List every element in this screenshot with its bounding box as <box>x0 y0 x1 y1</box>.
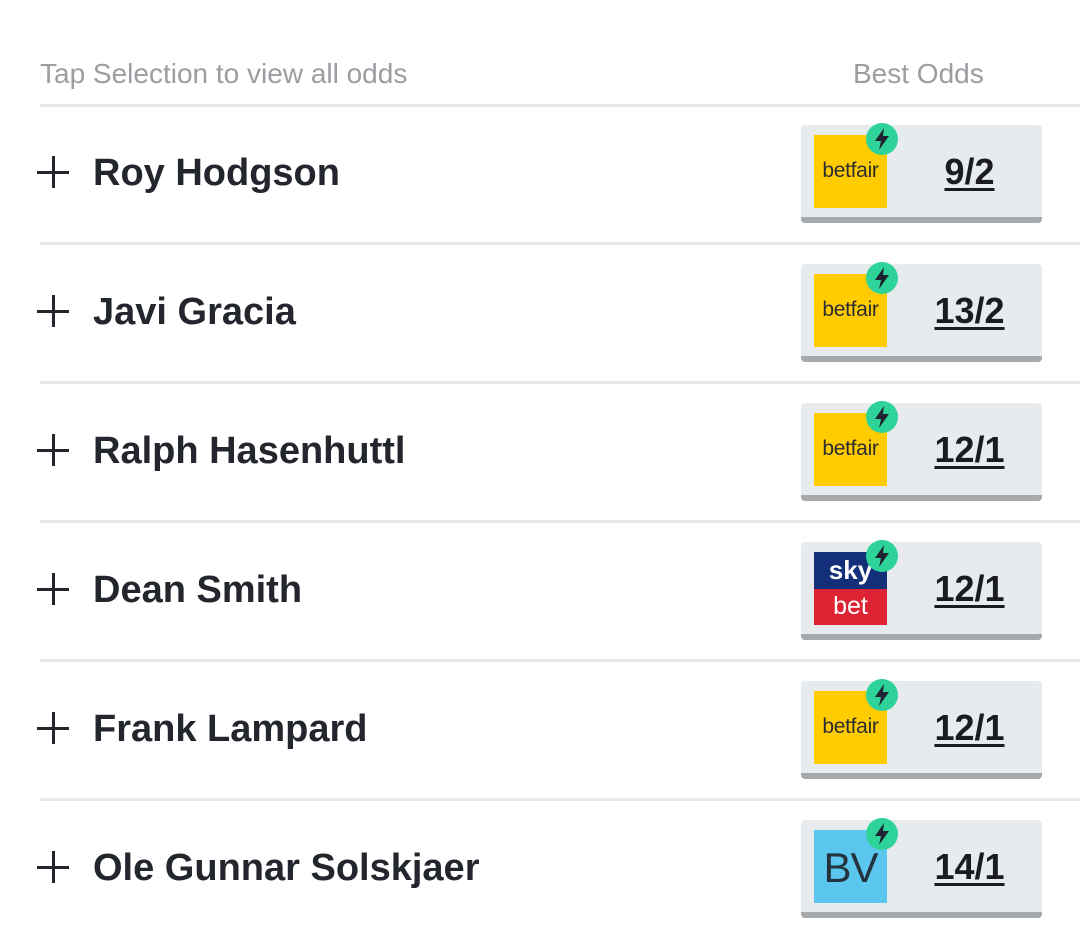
odds-value[interactable]: 13/2 <box>897 290 1042 332</box>
odds-value[interactable]: 14/1 <box>897 846 1042 888</box>
table-header: Tap Selection to view all odds Best Odds <box>40 0 1080 107</box>
skybet-logo-bottom: bet <box>814 589 887 625</box>
selection-list: Roy Hodgson betfair 9/2 Javi Gracia betf… <box>0 106 1080 938</box>
expand-plus-icon[interactable] <box>37 573 69 605</box>
odds-value[interactable]: 12/1 <box>897 568 1042 610</box>
odds-value[interactable]: 12/1 <box>897 429 1042 471</box>
selection-row[interactable]: Ole Gunnar Solskjaer BV 14/1 <box>0 801 1080 938</box>
best-odds-button[interactable]: betfair 13/2 <box>801 262 1042 362</box>
selection-name[interactable]: Ralph Hasenhuttl <box>93 430 405 473</box>
expand-plus-icon[interactable] <box>37 851 69 883</box>
selection-name[interactable]: Ole Gunnar Solskjaer <box>93 847 479 890</box>
selection-row[interactable]: Frank Lampard betfair 12/1 <box>0 662 1080 801</box>
selection-row[interactable]: Javi Gracia betfair 13/2 <box>0 245 1080 384</box>
expand-plus-icon[interactable] <box>37 434 69 466</box>
selection-name[interactable]: Roy Hodgson <box>93 152 340 195</box>
expand-plus-icon[interactable] <box>37 295 69 327</box>
bookmaker-logo-text: BV <box>823 844 878 891</box>
odds-page: Tap Selection to view all odds Best Odds… <box>0 0 1080 938</box>
best-odds-button[interactable]: betfair 9/2 <box>801 123 1042 223</box>
bookmaker-logo-text: betfair <box>822 437 879 460</box>
best-odds-button[interactable]: betfair 12/1 <box>801 401 1042 501</box>
lightning-bolt-icon <box>866 818 898 850</box>
best-odds-button[interactable]: sky bet 12/1 <box>801 540 1042 640</box>
odds-value[interactable]: 12/1 <box>897 707 1042 749</box>
lightning-bolt-icon <box>866 123 898 155</box>
selection-row[interactable]: Ralph Hasenhuttl betfair 12/1 <box>0 384 1080 523</box>
expand-plus-icon[interactable] <box>37 712 69 744</box>
best-odds-heading: Best Odds <box>853 58 984 89</box>
selection-name[interactable]: Dean Smith <box>93 569 302 612</box>
best-odds-button[interactable]: betfair 12/1 <box>801 679 1042 779</box>
bookmaker-logo-text: betfair <box>822 298 879 321</box>
selection-name[interactable]: Frank Lampard <box>93 708 368 751</box>
bookmaker-logo-text: betfair <box>822 715 879 738</box>
selection-name[interactable]: Javi Gracia <box>93 291 296 334</box>
best-odds-button[interactable]: BV 14/1 <box>801 818 1042 918</box>
lightning-bolt-icon <box>866 401 898 433</box>
selection-row[interactable]: Dean Smith sky bet 12/1 <box>0 523 1080 662</box>
lightning-bolt-icon <box>866 679 898 711</box>
lightning-bolt-icon <box>866 262 898 294</box>
bookmaker-logo-text: betfair <box>822 159 879 182</box>
lightning-bolt-icon <box>866 540 898 572</box>
expand-plus-icon[interactable] <box>37 156 69 188</box>
selection-row[interactable]: Roy Hodgson betfair 9/2 <box>0 106 1080 245</box>
odds-value[interactable]: 9/2 <box>897 151 1042 193</box>
tap-selection-hint: Tap Selection to view all odds <box>40 58 408 89</box>
